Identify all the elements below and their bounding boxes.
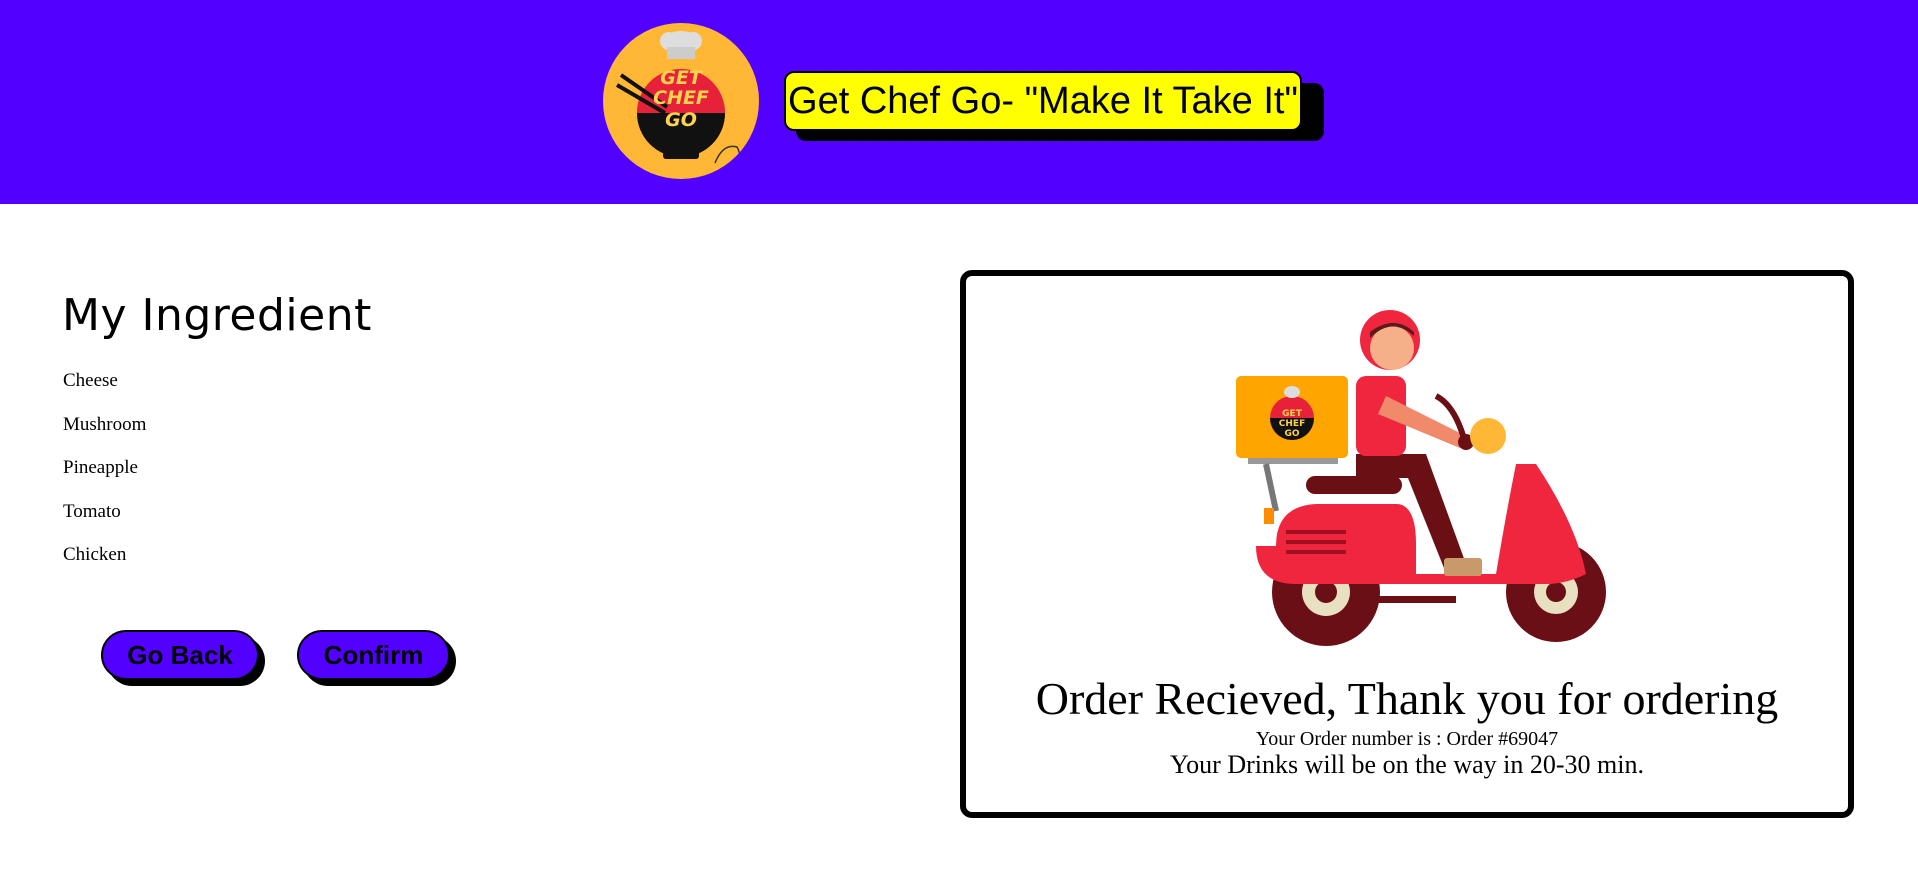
order-confirmation-card: GET CHEF GO Order Recieved, Thank you fo… [960, 270, 1854, 818]
logo-text-chef: CHEF [653, 87, 709, 109]
site-title: Get Chef Go- "Make It Take It" [784, 71, 1302, 131]
ingredient-item: Tomato [63, 500, 121, 522]
confirm-button[interactable]: Confirm [297, 630, 450, 680]
order-received-title: Order Recieved, Thank you for ordering [1035, 673, 1779, 724]
go-back-button[interactable]: Go Back [101, 630, 259, 680]
header-bar: GET CHEF GO Get Chef Go- "Make It Take I… [0, 0, 1918, 204]
delivery-eta: Your Drinks will be on the way in 20-30 … [1169, 750, 1644, 779]
ingredient-list: Cheese Mushroom Pineapple Tomato Chicken [63, 370, 146, 588]
delivery-scooter-icon: GET CHEF GO [1236, 310, 1606, 646]
order-number: Your Order number is : Order #69047 [1255, 728, 1559, 750]
ingredient-item: Mushroom [63, 413, 147, 435]
ingredient-item: Pineapple [63, 457, 138, 479]
logo-text-get: GET [660, 67, 702, 89]
ingredients-heading: My Ingredient [62, 290, 372, 341]
ingredient-item: Chicken [63, 544, 127, 566]
site-title-wrap: Get Chef Go- "Make It Take It" [784, 71, 1324, 141]
brand-logo[interactable]: GET CHEF GO [603, 23, 759, 179]
svg-text:GO: GO [1284, 429, 1299, 439]
logo-text-go: GO [665, 109, 697, 131]
svg-text:GET: GET [1282, 409, 1303, 419]
ingredient-item: Cheese [63, 370, 118, 391]
svg-text:CHEF: CHEF [1279, 419, 1305, 429]
